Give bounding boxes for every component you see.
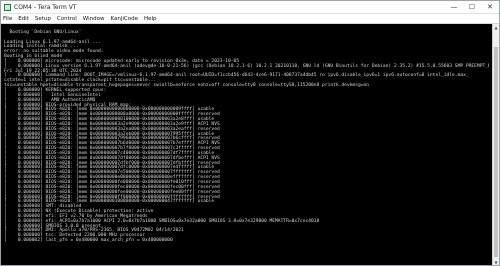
terminal-window: COM4 - Tera Term VT — ☐ ✕ File Edit Setu… [0,0,500,266]
menu-edit[interactable]: Edit [18,16,29,22]
scroll-up-arrow-icon[interactable]: ▲ [493,24,499,30]
close-button[interactable]: ✕ [481,1,499,13]
console-output: Booting `Debian GNU/Linux' Loading Linux … [4,26,489,244]
scroll-down-arrow-icon[interactable]: ▼ [493,259,499,265]
console-line: [ 0.000002] last_pfn = 0x480000 max_arch… [4,238,173,244]
menu-file[interactable]: File [3,16,12,22]
menu-window[interactable]: Window [83,16,105,22]
title-bar[interactable]: COM4 - Tera Term VT — ☐ ✕ [1,1,499,14]
menu-help[interactable]: Help [144,16,157,22]
menu-bar: File Edit Setup Control Window KanjiCode… [1,14,499,24]
vertical-scrollbar[interactable]: ▲ ▼ [492,24,499,265]
window-controls: — ☐ ✕ [445,1,499,13]
minimize-button[interactable]: — [445,1,463,13]
menu-setup[interactable]: Setup [35,16,51,22]
menu-kanjicode[interactable]: KanjiCode [110,16,138,22]
scroll-thumb[interactable] [494,47,498,257]
terminal-area[interactable]: Booting `Debian GNU/Linux' Loading Linux … [1,24,499,265]
maximize-button[interactable]: ☐ [463,1,481,13]
window-title: COM4 - Tera Term VT [14,3,77,11]
menu-control[interactable]: Control [57,16,77,22]
app-icon [4,3,11,11]
